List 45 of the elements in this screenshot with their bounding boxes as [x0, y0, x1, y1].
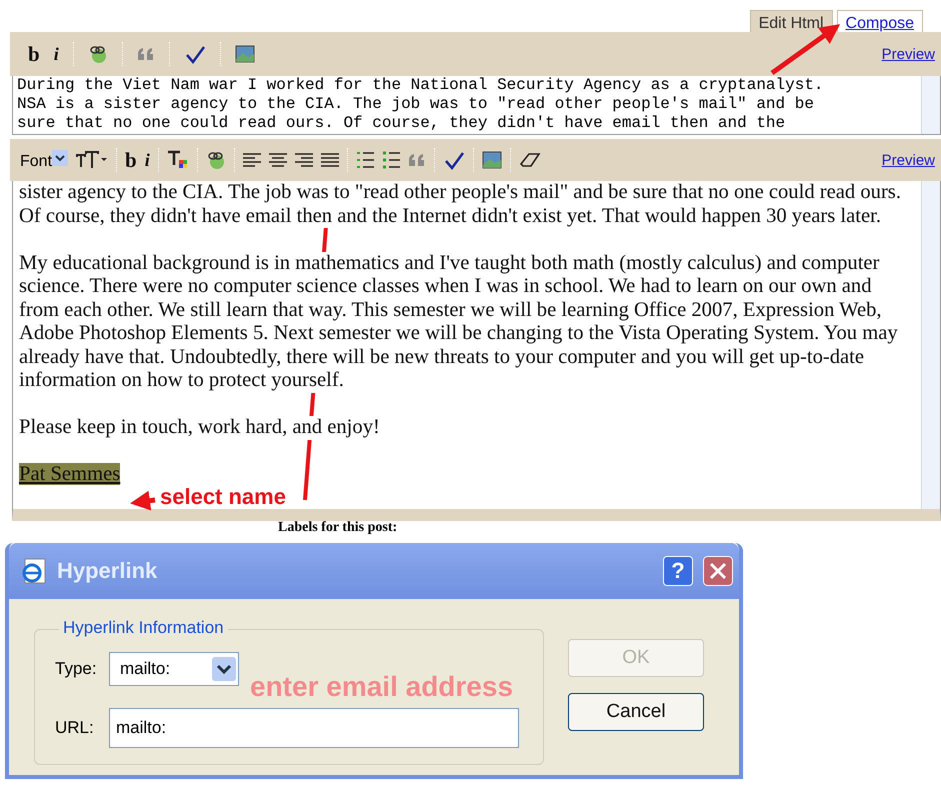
justify-icon[interactable]	[320, 153, 339, 167]
bold-button[interactable]: b	[125, 148, 137, 172]
image-icon[interactable]	[482, 151, 502, 169]
preview-link[interactable]: Preview	[882, 152, 935, 168]
browser-logo-icon	[21, 558, 47, 584]
cancel-button[interactable]: Cancel	[568, 693, 704, 731]
editor-tab[interactable]: Edit Html	[750, 10, 833, 32]
globe-link-icon[interactable]	[206, 150, 226, 170]
chevron-down-icon[interactable]	[52, 150, 68, 166]
italic-button[interactable]: i	[54, 44, 59, 64]
annotation-text: enter email address	[250, 672, 514, 702]
group-title: Hyperlink Information	[59, 618, 228, 638]
globe-link-icon[interactable]	[88, 44, 108, 64]
post-text-line: NSA is a sister agency to the CIA. The job was to "read other people's mail" and be	[17, 95, 815, 114]
numbered-list-icon[interactable]	[356, 151, 374, 169]
type-label: Type:	[55, 658, 98, 680]
text-size-icon[interactable]	[76, 151, 108, 169]
labels-caption: Labels for this post:	[277, 521, 398, 535]
align-left-icon[interactable]	[242, 153, 261, 167]
text-color-icon[interactable]	[166, 150, 189, 170]
align-center-icon[interactable]	[268, 153, 287, 167]
annotation-text: select name	[160, 484, 286, 510]
post-text-line: sure that no one could read ours. Of course, they didn't have email then and the	[17, 114, 786, 133]
font-select[interactable]: Font	[20, 150, 68, 170]
image-icon[interactable]	[234, 45, 255, 63]
spellcheck-icon[interactable]	[184, 44, 206, 64]
arrow	[130, 490, 156, 511]
help-button[interactable]: ?	[663, 556, 693, 586]
eraser-icon[interactable]	[518, 152, 541, 168]
selected-name-text: Pat Semmes	[19, 463, 120, 485]
align-right-icon[interactable]	[294, 153, 313, 167]
spellcheck-icon[interactable]	[442, 150, 465, 170]
type-select[interactable]: mailto:	[109, 652, 239, 686]
url-field[interactable]: mailto:	[109, 708, 519, 748]
italic-button[interactable]: i	[144, 150, 150, 170]
scrollbar[interactable]	[921, 181, 940, 509]
close-icon[interactable]	[703, 556, 733, 586]
scrollbar[interactable]	[921, 76, 940, 134]
bullet-list-icon[interactable]	[382, 151, 400, 169]
bold-button[interactable]: b	[28, 42, 40, 66]
post-text-line: During the Viet Nam war I worked for the National Security Agency as a cryptanalyst.	[17, 76, 825, 95]
dialog-title: Hyperlink	[57, 558, 158, 584]
url-label: URL:	[55, 717, 95, 739]
preview-link[interactable]: Preview	[882, 46, 935, 62]
chevron-down-icon[interactable]	[212, 657, 236, 681]
